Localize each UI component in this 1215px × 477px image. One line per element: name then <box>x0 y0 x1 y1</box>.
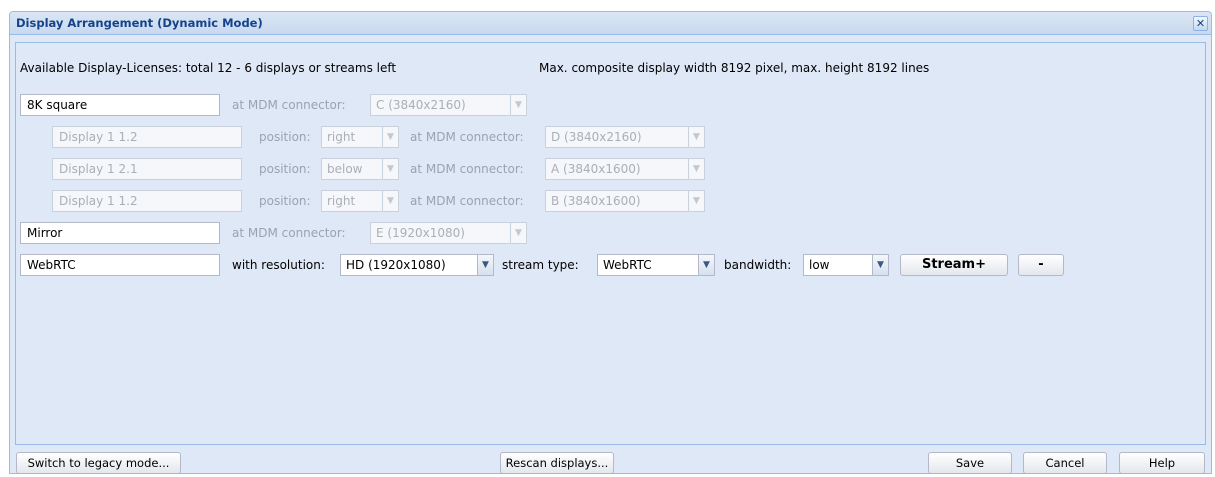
help-button[interactable]: Help <box>1119 452 1205 473</box>
position-value: right <box>321 126 382 148</box>
chevron-down-icon[interactable]: ▼ <box>382 190 399 212</box>
chevron-down-icon[interactable]: ▼ <box>510 94 527 116</box>
connector-select[interactable]: C (3840x2160) ▼ <box>370 94 527 116</box>
licenses-info: Available Display-Licenses: total 12 - 6… <box>20 61 397 75</box>
stream-name-input[interactable]: WebRTC <box>20 254 220 276</box>
bandwidth-label: bandwidth: <box>724 258 792 272</box>
connector-value: D (3840x2160) <box>545 126 688 148</box>
switch-legacy-button[interactable]: Switch to legacy mode... <box>16 452 181 473</box>
bandwidth-select[interactable]: low ▼ <box>803 254 889 276</box>
position-label: position: <box>259 194 311 208</box>
chevron-down-icon[interactable]: ▼ <box>688 190 705 212</box>
connector-select[interactable]: B (3840x1600) ▼ <box>545 190 705 212</box>
connector-select[interactable]: A (3840x1600) ▼ <box>545 158 705 180</box>
connector-value: A (3840x1600) <box>545 158 688 180</box>
connector-label: at MDM connector: <box>232 226 346 240</box>
remove-stream-button[interactable]: - <box>1018 254 1064 276</box>
arrangement-panel: Available Display-Licenses: total 12 - 6… <box>15 42 1206 445</box>
connector-label: at MDM connector: <box>410 130 524 144</box>
position-select[interactable]: right ▼ <box>321 190 399 212</box>
bandwidth-value: low <box>803 254 872 276</box>
close-icon[interactable]: ✕ <box>1193 16 1208 31</box>
stream-type-value: WebRTC <box>597 254 698 276</box>
position-label: position: <box>259 130 311 144</box>
chevron-down-icon[interactable]: ▼ <box>510 222 527 244</box>
position-select[interactable]: right ▼ <box>321 126 399 148</box>
save-button[interactable]: Save <box>928 452 1012 473</box>
connector-select[interactable]: D (3840x2160) ▼ <box>545 126 705 148</box>
display-arrangement-dialog: Display Arrangement (Dynamic Mode) ✕ Ava… <box>9 11 1212 474</box>
add-stream-button[interactable]: Stream+ <box>900 254 1008 276</box>
cancel-button[interactable]: Cancel <box>1023 452 1107 473</box>
max-size-info: Max. composite display width 8192 pixel,… <box>539 61 930 75</box>
chevron-down-icon[interactable]: ▼ <box>382 126 399 148</box>
mirror-name-input[interactable]: Mirror <box>20 222 220 244</box>
dialog-footer: Switch to legacy mode... Rescan displays… <box>10 450 1211 473</box>
position-value: below <box>321 158 382 180</box>
rescan-displays-button[interactable]: Rescan displays... <box>500 452 614 473</box>
display-name-input[interactable]: Display 1 2.1 <box>52 158 242 180</box>
position-select[interactable]: below ▼ <box>321 158 399 180</box>
connector-label: at MDM connector: <box>232 98 346 112</box>
connector-label: at MDM connector: <box>410 194 524 208</box>
group-name-input[interactable]: 8K square <box>20 94 220 116</box>
stream-type-label: stream type: <box>502 258 579 272</box>
chevron-down-icon[interactable]: ▼ <box>698 254 715 276</box>
stream-type-select[interactable]: WebRTC ▼ <box>597 254 715 276</box>
chevron-down-icon[interactable]: ▼ <box>688 126 705 148</box>
resolution-label: with resolution: <box>232 258 325 272</box>
display-name-input[interactable]: Display 1 1.2 <box>52 126 242 148</box>
chevron-down-icon[interactable]: ▼ <box>872 254 889 276</box>
dialog-title: Display Arrangement (Dynamic Mode) <box>16 16 263 30</box>
chevron-down-icon[interactable]: ▼ <box>382 158 399 180</box>
resolution-value: HD (1920x1080) <box>340 254 477 276</box>
position-value: right <box>321 190 382 212</box>
connector-label: at MDM connector: <box>410 162 524 176</box>
position-label: position: <box>259 162 311 176</box>
chevron-down-icon[interactable]: ▼ <box>477 254 494 276</box>
connector-select[interactable]: E (1920x1080) ▼ <box>370 222 527 244</box>
display-name-input[interactable]: Display 1 1.2 <box>52 190 242 212</box>
connector-value: C (3840x2160) <box>370 94 510 116</box>
connector-value: E (1920x1080) <box>370 222 510 244</box>
resolution-select[interactable]: HD (1920x1080) ▼ <box>340 254 494 276</box>
dialog-titlebar[interactable]: Display Arrangement (Dynamic Mode) ✕ <box>10 12 1211 35</box>
chevron-down-icon[interactable]: ▼ <box>688 158 705 180</box>
connector-value: B (3840x1600) <box>545 190 688 212</box>
